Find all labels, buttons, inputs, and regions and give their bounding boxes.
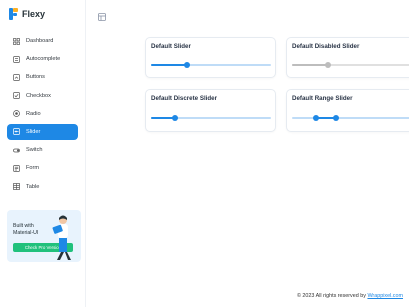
slider-track: [292, 64, 328, 66]
person-illustration-icon: [52, 215, 71, 260]
card-title: Default Discrete Slider: [151, 95, 218, 102]
sidebar-item-label: Dashboard: [26, 38, 54, 44]
slider-icon: [13, 128, 20, 136]
form-icon: [13, 164, 20, 172]
sidebar-item-label: Autocomplete: [26, 56, 61, 63]
slider-thumb: [325, 62, 331, 68]
sidebar-item-radio[interactable]: Radio: [7, 106, 78, 122]
switch-icon: [13, 147, 20, 154]
promo-text: Built with Material-UI: [13, 223, 39, 236]
footer-text: © 2023 All rights reserved by: [296, 293, 368, 299]
sidebar-item-label: Buttons: [26, 74, 45, 81]
sidebar-item-dashboard[interactable]: Dashboard: [7, 33, 78, 49]
app-root: Flexy Dashboard Autocomplete Buttons Che…: [0, 0, 409, 307]
slider-thumb[interactable]: [172, 115, 178, 121]
sidebar-item-checkbox[interactable]: Checkbox: [7, 88, 78, 104]
discrete-slider[interactable]: [151, 115, 271, 121]
sidebar-item-label: Checkbox: [26, 92, 51, 99]
sidebar-item-slider[interactable]: Slider: [7, 123, 78, 140]
radio-icon: [13, 110, 20, 118]
brand-logo[interactable]: Flexy: [9, 8, 45, 20]
button-icon: [13, 74, 20, 81]
sidebar-item-form[interactable]: Form: [7, 160, 78, 176]
promo-card: Built with Material-UI Check Pro Version: [7, 210, 81, 262]
sidebar-item-label: Table: [26, 183, 40, 190]
discrete-slider-card: Default Discrete Slider: [145, 89, 276, 132]
footer: © 2023 All rights reserved by Wrappixel.…: [297, 293, 403, 299]
sidebar-item-label: Switch: [26, 147, 43, 154]
disabled-slider: [292, 62, 409, 68]
checkbox-icon: [13, 92, 20, 99]
footer-link[interactable]: Wrappixel.com: [367, 293, 403, 299]
logo-icon: [9, 8, 18, 20]
sidebar-item-switch[interactable]: Switch: [7, 142, 78, 158]
sidebar-item-autocomplete[interactable]: Autocomplete: [7, 51, 78, 67]
table-icon: [13, 183, 20, 190]
sidebar-item-label: Radio: [26, 110, 41, 117]
sidebar-item-label: Slider: [26, 128, 41, 135]
card-title: Default Slider: [151, 43, 191, 50]
default-slider[interactable]: [151, 62, 271, 68]
default-slider-card: Default Slider: [145, 37, 276, 78]
card-title: Default Disabled Slider: [292, 43, 360, 50]
search-list-icon: [13, 55, 20, 63]
slider-track: [151, 64, 187, 66]
sidebar-item-buttons[interactable]: Buttons: [7, 69, 78, 85]
slider-thumb-end[interactable]: [333, 115, 339, 121]
slider-rail: [292, 117, 409, 119]
sidebar-item-table[interactable]: Table: [7, 179, 78, 195]
range-slider[interactable]: [292, 115, 409, 121]
card-title: Default Range Slider: [292, 95, 353, 102]
brand-name: Flexy: [22, 9, 46, 19]
slider-thumb[interactable]: [184, 62, 190, 68]
slider-thumb-start[interactable]: [313, 115, 319, 121]
sidebar: Flexy Dashboard Autocomplete Buttons Che…: [0, 0, 86, 307]
layout-icon[interactable]: [98, 8, 106, 21]
grid-icon: [13, 37, 20, 45]
sidebar-nav: Dashboard Autocomplete Buttons Checkbox: [7, 33, 78, 197]
sidebar-item-label: Form: [26, 165, 40, 172]
disabled-slider-card: Default Disabled Slider: [286, 37, 409, 78]
range-slider-card: Default Range Slider: [286, 89, 409, 132]
